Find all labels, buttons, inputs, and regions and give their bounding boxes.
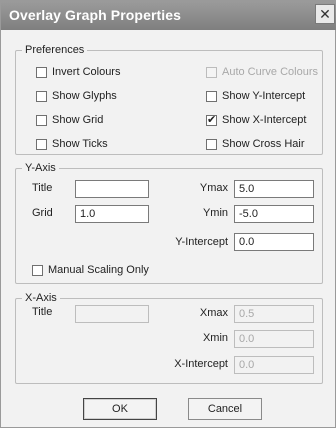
xmax-label: Xmax bbox=[199, 307, 228, 319]
x-title-input bbox=[75, 305, 149, 323]
x-axis-legend: X-Axis bbox=[25, 292, 57, 304]
show-y-intercept-label: Show Y-Intercept bbox=[222, 90, 306, 102]
y-axis-legend: Y-Axis bbox=[25, 162, 56, 174]
show-glyphs-label: Show Glyphs bbox=[52, 90, 117, 102]
ymin-input[interactable]: -5.0 bbox=[234, 205, 314, 223]
show-x-intercept-label: Show X-Intercept bbox=[222, 114, 307, 126]
y-intercept-input[interactable]: 0.0 bbox=[234, 233, 314, 251]
invert-colours-checkbox[interactable] bbox=[36, 67, 47, 78]
show-x-intercept-checkbox[interactable]: ✔ bbox=[206, 114, 217, 126]
show-grid-checkbox[interactable] bbox=[36, 115, 47, 126]
close-button[interactable]: ✕ bbox=[315, 4, 335, 24]
show-grid-label: Show Grid bbox=[52, 114, 104, 126]
xmax-input: 0.5 bbox=[234, 305, 314, 323]
y-grid-input[interactable]: 1.0 bbox=[75, 205, 149, 223]
x-intercept-label: X-Intercept bbox=[174, 358, 228, 370]
xmin-input: 0.0 bbox=[234, 330, 314, 348]
ok-button[interactable]: OK bbox=[83, 398, 157, 420]
y-grid-label: Grid bbox=[32, 207, 53, 219]
show-cross-hair-label: Show Cross Hair bbox=[222, 138, 305, 150]
y-intercept-label: Y-Intercept bbox=[175, 236, 228, 248]
invert-colours-label: Invert Colours bbox=[52, 66, 121, 78]
y-title-input[interactable] bbox=[75, 180, 149, 198]
show-y-intercept-checkbox[interactable] bbox=[206, 91, 217, 102]
preferences-legend: Preferences bbox=[25, 44, 85, 56]
close-icon: ✕ bbox=[319, 6, 331, 22]
show-ticks-label: Show Ticks bbox=[52, 138, 108, 150]
check-icon: ✔ bbox=[207, 114, 217, 126]
xmin-label: Xmin bbox=[202, 332, 228, 344]
show-glyphs-checkbox[interactable] bbox=[36, 91, 47, 102]
show-ticks-checkbox[interactable] bbox=[36, 139, 47, 150]
dialog-window: Overlay Graph Properties ✕ Preferences I… bbox=[0, 0, 336, 428]
title-bar[interactable]: Overlay Graph Properties ✕ bbox=[1, 1, 336, 30]
show-cross-hair-checkbox[interactable] bbox=[206, 139, 217, 150]
auto-curve-colours-label: Auto Curve Colours bbox=[222, 66, 318, 78]
ymin-label: Ymin bbox=[202, 207, 228, 219]
x-title-label: Title bbox=[32, 306, 53, 318]
manual-scaling-checkbox[interactable] bbox=[32, 265, 43, 276]
window-title: Overlay Graph Properties bbox=[9, 7, 182, 23]
x-intercept-input: 0.0 bbox=[234, 356, 314, 374]
ymax-input[interactable]: 5.0 bbox=[234, 180, 314, 198]
auto-curve-colours-checkbox bbox=[206, 67, 217, 78]
cancel-button[interactable]: Cancel bbox=[188, 398, 262, 420]
ymax-label: Ymax bbox=[199, 182, 228, 194]
manual-scaling-label: Manual Scaling Only bbox=[48, 264, 149, 276]
y-title-label: Title bbox=[32, 182, 53, 194]
